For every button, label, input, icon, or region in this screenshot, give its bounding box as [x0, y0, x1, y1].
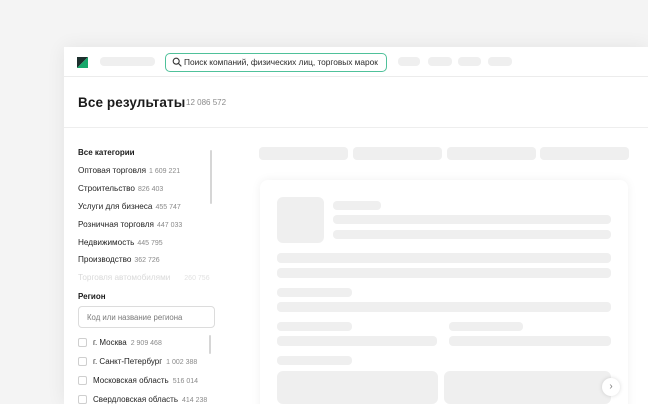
text-line-placeholder: [277, 322, 352, 331]
category-label: Услуги для бизнеса: [78, 202, 153, 211]
text-line-placeholder: [277, 356, 352, 365]
text-line-placeholder: [333, 215, 611, 224]
region-checkbox[interactable]: [78, 395, 87, 404]
region-checkbox[interactable]: [78, 338, 87, 347]
region-checkbox[interactable]: [78, 357, 87, 366]
tab-placeholder[interactable]: [447, 147, 536, 160]
region-label: Московская область: [93, 376, 169, 385]
page-title: Все результаты: [78, 95, 186, 110]
text-line-placeholder: [449, 322, 523, 331]
category-item[interactable]: Розничная торговля 447 033: [78, 220, 182, 229]
divider: [64, 127, 648, 128]
region-count: 1 002 388: [166, 359, 198, 366]
top-bar: [64, 47, 648, 77]
block-placeholder: [444, 371, 611, 404]
region-label: г. Санкт-Петербург: [93, 357, 163, 366]
region-checkbox[interactable]: [78, 376, 87, 385]
category-label: Недвижимость: [78, 238, 135, 247]
text-line-placeholder: [333, 230, 611, 239]
search-icon: [172, 57, 182, 67]
chevron-right-icon: ›: [609, 381, 613, 392]
category-item[interactable]: Недвижимость 445 795: [78, 238, 163, 247]
text-line-placeholder: [277, 268, 611, 278]
logo-icon[interactable]: [77, 57, 88, 68]
app-window: Все результаты 12 086 572 Все категории …: [64, 47, 648, 404]
category-count: 445 795: [137, 240, 163, 247]
region-count: 2 909 468: [130, 340, 162, 347]
text-line-placeholder: [333, 201, 381, 210]
category-label: Торговля автомобилями: [78, 273, 171, 282]
category-label: Производство: [78, 255, 132, 264]
text-line-placeholder: [277, 302, 611, 312]
region-search-input[interactable]: [78, 306, 215, 328]
region-label: г. Москва: [93, 338, 127, 347]
category-count: 1 609 221: [149, 168, 181, 175]
category-item[interactable]: Торговля автомобилями 260 756: [78, 273, 210, 282]
text-line-placeholder: [277, 288, 352, 297]
tab-placeholder[interactable]: [353, 147, 442, 160]
category-item[interactable]: Производство 362 726: [78, 255, 160, 264]
next-arrow-button[interactable]: ›: [602, 378, 620, 396]
search-box[interactable]: [165, 53, 387, 72]
category-count: 362 726: [134, 257, 160, 264]
text-line-placeholder: [449, 336, 611, 346]
category-item[interactable]: Строительство 826 403: [78, 184, 163, 193]
category-item[interactable]: Оптовая торговля 1 609 221: [78, 166, 180, 175]
nav-placeholder: [488, 57, 512, 66]
categories-heading: Все категории: [78, 148, 135, 157]
region-label: Свердловская область: [93, 395, 178, 404]
search-input[interactable]: [184, 55, 382, 69]
category-label: Строительство: [78, 184, 135, 193]
text-line-placeholder: [277, 253, 611, 263]
categories-scrollbar[interactable]: [210, 150, 212, 204]
category-count: 826 403: [137, 186, 164, 193]
category-label: Оптовая торговля: [78, 166, 147, 175]
card-avatar-placeholder: [277, 197, 324, 243]
tab-placeholder[interactable]: [259, 147, 348, 160]
text-line-placeholder: [277, 336, 437, 346]
category-label: Розничная торговля: [78, 220, 154, 229]
block-placeholder: [277, 371, 438, 404]
results-count: 12 086 572: [186, 98, 227, 107]
category-count: 260 756: [184, 275, 210, 282]
category-count: 455 747: [155, 204, 181, 211]
region-count: 516 014: [172, 378, 199, 385]
region-heading: Регион: [78, 292, 106, 301]
nav-placeholder: [100, 57, 155, 66]
nav-placeholder: [458, 57, 481, 66]
tab-placeholder[interactable]: [540, 147, 629, 160]
nav-placeholder: [428, 57, 452, 66]
nav-placeholder: [398, 57, 420, 66]
region-scrollbar[interactable]: [209, 335, 211, 354]
category-item[interactable]: Услуги для бизнеса 455 747: [78, 202, 181, 211]
region-count: 414 238: [182, 397, 208, 404]
category-count: 447 033: [156, 222, 183, 229]
